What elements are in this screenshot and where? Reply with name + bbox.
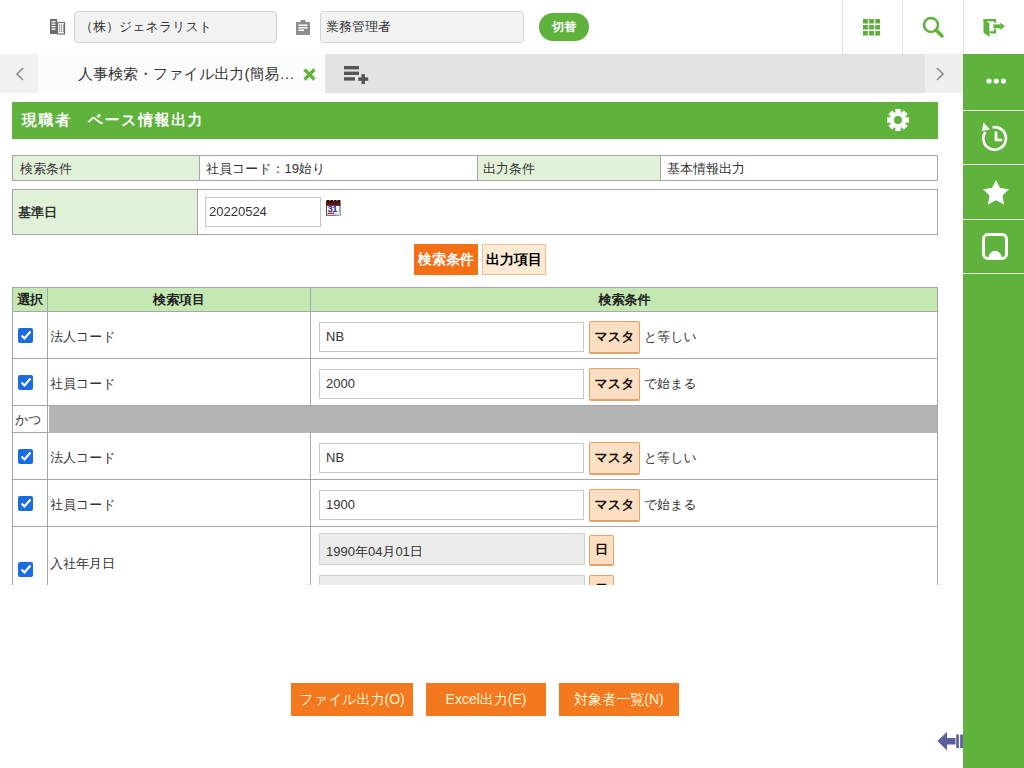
svg-text:31: 31 bbox=[328, 203, 339, 214]
